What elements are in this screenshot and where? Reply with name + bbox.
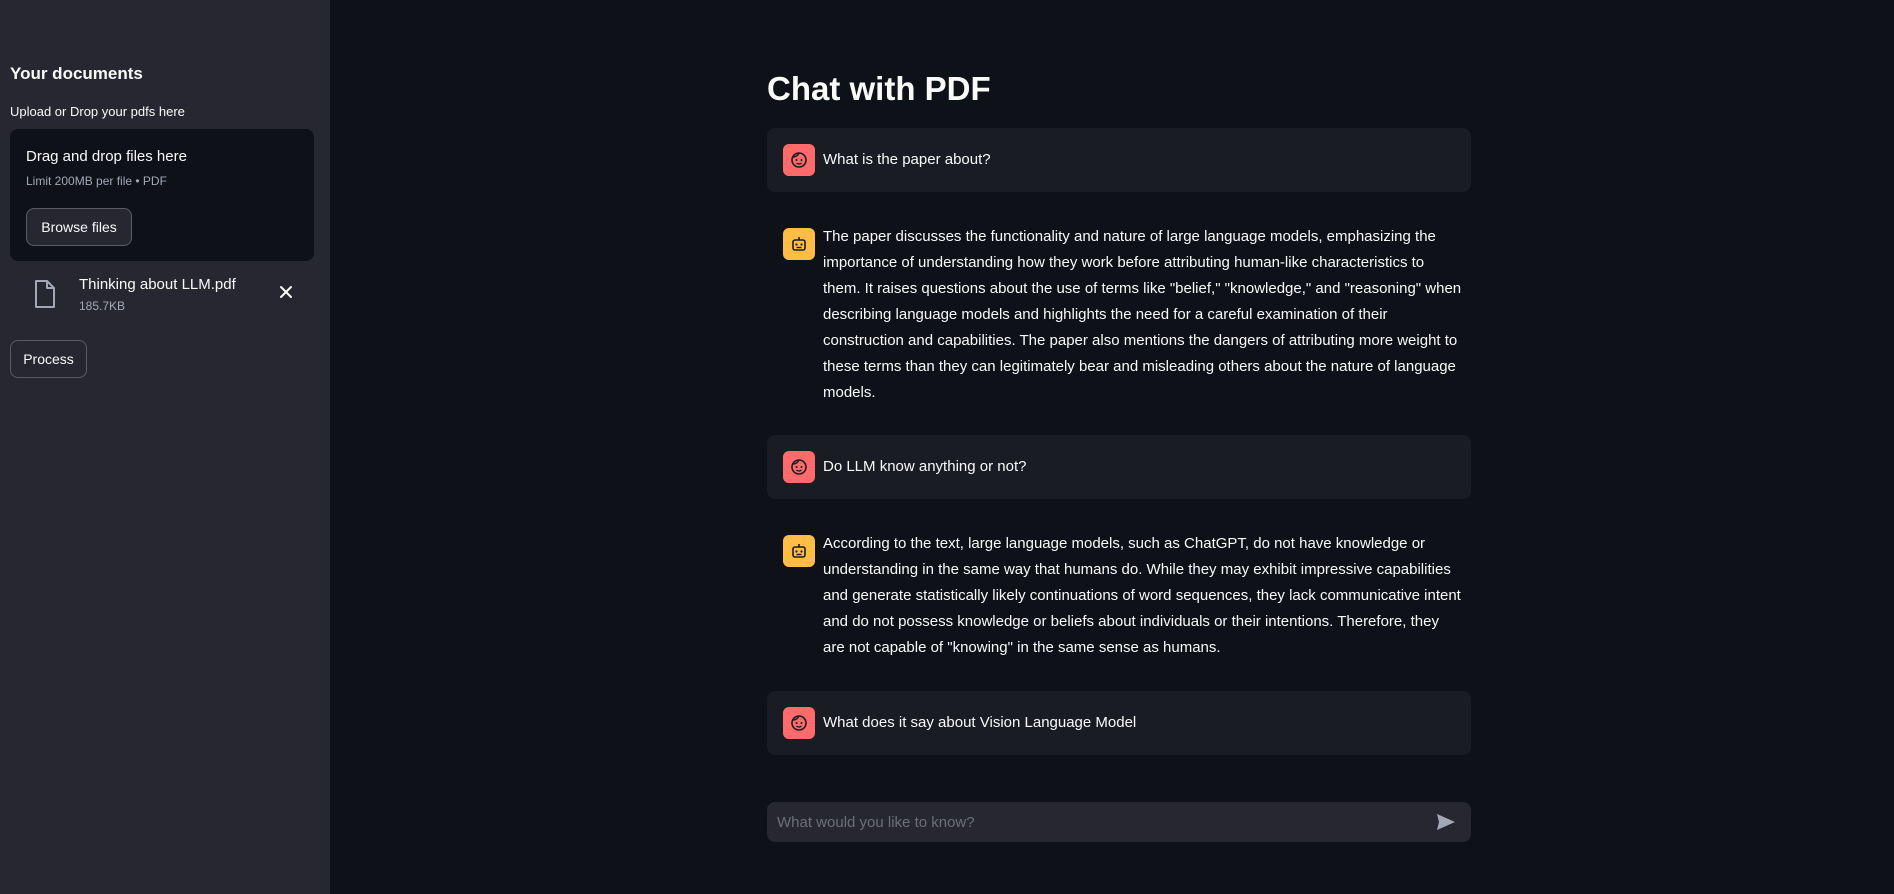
- user-avatar: [783, 451, 815, 483]
- message-text: The paper discusses the functionality an…: [823, 228, 1462, 401]
- user-avatar: [783, 144, 815, 176]
- uploaded-file: Thinking about LLM.pdf 185.7KB: [30, 274, 304, 316]
- file-icon: [35, 280, 55, 308]
- smiley-icon: [791, 152, 807, 168]
- page-title: Chat with PDF: [767, 70, 991, 107]
- file-size: 185.7KB: [79, 299, 126, 313]
- chat-message-user: Do LLM know anything or not?: [767, 435, 1471, 499]
- chat-input-container: [767, 802, 1471, 842]
- smiley-icon: [791, 459, 807, 475]
- chat-message-assistant: According to the text, large language mo…: [767, 519, 1471, 685]
- dropzone-title: Drag and drop files here: [26, 148, 187, 165]
- chat-message-user: What is the paper about?: [767, 128, 1471, 192]
- browse-files-button[interactable]: Browse files: [26, 208, 132, 246]
- message-text: Do LLM know anything or not?: [823, 458, 1027, 475]
- smiley-icon: [791, 715, 807, 731]
- robot-icon: [792, 544, 806, 558]
- file-dropzone[interactable]: Drag and drop files here Limit 200MB per…: [10, 129, 314, 261]
- assistant-avatar: [783, 228, 815, 260]
- assistant-avatar: [783, 535, 815, 567]
- user-avatar: [783, 707, 815, 739]
- close-icon: [280, 286, 292, 298]
- send-button[interactable]: [1434, 811, 1458, 833]
- message-text: What does it say about Vision Language M…: [823, 714, 1137, 731]
- sidebar: Your documents Upload or Drop your pdfs …: [0, 0, 330, 894]
- message-text: What is the paper about?: [823, 151, 991, 168]
- file-name: Thinking about LLM.pdf: [79, 276, 236, 293]
- message-text: According to the text, large language mo…: [823, 535, 1461, 656]
- remove-file-button[interactable]: [276, 282, 296, 302]
- upload-label: Upload or Drop your pdfs here: [10, 104, 185, 119]
- chat-input[interactable]: [767, 802, 1427, 842]
- chat-message-assistant: The paper discusses the functionality an…: [767, 212, 1471, 404]
- process-button[interactable]: Process: [10, 340, 87, 378]
- sidebar-heading: Your documents: [10, 64, 143, 83]
- dropzone-limit: Limit 200MB per file • PDF: [26, 174, 167, 188]
- app: Your documents Upload or Drop your pdfs …: [0, 0, 1894, 894]
- send-icon: [1437, 814, 1455, 830]
- main-area: Chat with PDF What is the paper about? T…: [330, 0, 1894, 894]
- robot-icon: [792, 237, 806, 251]
- chat-message-user: What does it say about Vision Language M…: [767, 691, 1471, 755]
